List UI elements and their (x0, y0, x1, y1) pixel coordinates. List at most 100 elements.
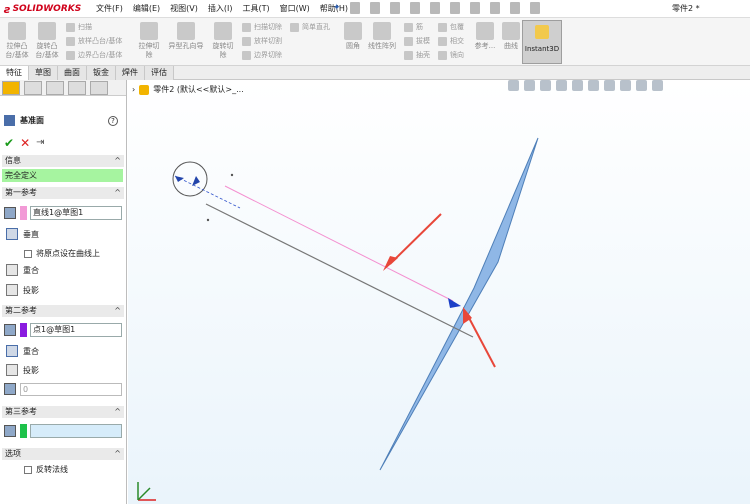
second-reference-input[interactable]: 点1@草图1 (30, 323, 122, 337)
plane-icon (4, 115, 15, 126)
distance-icon (4, 383, 16, 395)
tab-features[interactable]: 特征 (0, 66, 29, 80)
perpendicular-icon (6, 228, 18, 240)
third-reference-field[interactable] (4, 424, 122, 438)
menu-edit[interactable]: 编辑(E) (133, 3, 160, 14)
menu-tools[interactable]: 工具(T) (242, 3, 269, 14)
perpendicular-option[interactable]: 垂直 (6, 228, 39, 240)
new-icon[interactable] (370, 2, 380, 14)
revolve-boss-button[interactable]: 旋转凸台/基体 (34, 22, 60, 60)
reference-geometry-icon (476, 22, 494, 40)
swept-cut-button[interactable]: 扫描切除 (242, 22, 282, 32)
distance-field[interactable]: 0 (4, 382, 122, 396)
reference-plane[interactable] (379, 137, 539, 471)
home-icon[interactable] (350, 2, 360, 14)
distance-input[interactable]: 0 (20, 382, 122, 396)
undo-icon[interactable] (450, 2, 460, 14)
collapse-chevron-icon: ^ (114, 449, 121, 458)
origin-on-curve-checkbox[interactable]: 将原点设在曲线上 (24, 248, 100, 259)
tab-evaluate[interactable]: 评估 (145, 66, 174, 80)
curves-button[interactable]: 曲线 (498, 22, 524, 51)
boundary-cut-icon (242, 50, 251, 60)
rib-button[interactable]: 筋 (404, 22, 423, 32)
help-button[interactable]: ? (108, 116, 118, 126)
intersect-button[interactable]: 相交 (438, 36, 464, 46)
simple-hole-icon (290, 22, 299, 32)
fillet-button[interactable]: 圆角 (340, 22, 366, 51)
plane-normal-arrow-icon[interactable] (448, 298, 461, 308)
shell-icon (404, 50, 413, 60)
configuration-manager-icon[interactable] (46, 81, 64, 95)
revolve-cut-button[interactable]: 旋转切除 (210, 22, 236, 60)
cancel-x-icon[interactable]: ✕ (20, 137, 30, 149)
property-manager-panel: 基准面 ? ✔ ✕ ⇥ 信息 ^ 完全定义 第一参考 ^ 直线1@草图1 垂直 将原… (0, 80, 127, 504)
collapse-chevron-icon: ^ (114, 306, 121, 315)
linear-pattern-button[interactable]: 线性阵列 (366, 22, 398, 51)
keep-visible-pin-icon[interactable]: ⇥ (36, 137, 44, 149)
tab-weldments[interactable]: 焊件 (116, 66, 145, 80)
simple-hole-button[interactable]: 简单直孔 (290, 22, 330, 32)
collapse-chevron-icon: ^ (114, 156, 121, 165)
sketch-line-selected[interactable] (224, 185, 454, 302)
second-reference-header[interactable]: 第二参考 ^ (2, 305, 124, 317)
feature-tree-icon[interactable] (2, 81, 20, 95)
wrap-button[interactable]: 包覆 (438, 22, 464, 32)
menu-file[interactable]: 文件(F) (96, 3, 123, 14)
first-reference-input[interactable]: 直线1@草图1 (30, 206, 122, 220)
shell-button[interactable]: 抽壳 (404, 50, 430, 60)
lofted-cut-icon (242, 36, 251, 46)
second-reference-field[interactable]: 点1@草图1 (4, 323, 122, 337)
extrude-boss-button[interactable]: 拉伸凸台/基体 (4, 22, 30, 60)
sketch-point[interactable] (230, 173, 234, 177)
ok-check-icon[interactable]: ✔ (4, 137, 14, 149)
first-reference-field[interactable]: 直线1@草图1 (4, 206, 122, 220)
reference-geometry-button[interactable]: 参考... (472, 22, 498, 51)
confirm-actions: ✔ ✕ ⇥ (4, 137, 45, 149)
options-section-header[interactable]: 选项 ^ (2, 448, 124, 460)
instant3d-button[interactable]: Instant3D (522, 20, 562, 64)
file-properties-icon[interactable] (510, 2, 520, 14)
loft-boss-button[interactable]: 放样凸台/基体 (66, 36, 122, 46)
projection-option-2[interactable]: 投影 (6, 364, 39, 376)
rebuild-icon[interactable] (490, 2, 500, 14)
save-icon[interactable] (410, 2, 420, 14)
sketch-point[interactable] (206, 218, 210, 222)
projection-option[interactable]: 投影 (6, 284, 39, 296)
select-icon[interactable] (470, 2, 480, 14)
mirror-button[interactable]: 镜向 (438, 50, 464, 60)
sweep-button[interactable]: 扫描 (66, 22, 92, 32)
boundary-boss-button[interactable]: 边界凸台/基体 (66, 50, 122, 60)
collapse-chevron-icon: ^ (114, 407, 121, 416)
open-icon[interactable] (390, 2, 400, 14)
third-reference-input[interactable] (30, 424, 122, 438)
dimxpert-icon[interactable] (68, 81, 86, 95)
lofted-cut-button[interactable]: 放样切割 (242, 36, 282, 46)
draft-button[interactable]: 拔模 (404, 36, 430, 46)
menu-window[interactable]: 窗口(W) (280, 3, 310, 14)
hole-wizard-button[interactable]: 异型孔向导 (168, 22, 204, 51)
property-manager-icon[interactable] (24, 81, 42, 95)
coincident-option[interactable]: 重合 (6, 264, 39, 276)
flip-normal-checkbox[interactable]: 反转法线 (24, 464, 68, 475)
pin-icon[interactable]: ✦ (333, 3, 341, 13)
menu-view[interactable]: 视图(V) (170, 3, 198, 14)
tab-sketch[interactable]: 草图 (29, 66, 58, 80)
third-reference-header[interactable]: 第三参考 ^ (2, 406, 124, 418)
linear-pattern-icon (373, 22, 391, 40)
coincident-option-2[interactable]: 重合 (6, 345, 39, 357)
options-gear-icon[interactable] (530, 2, 540, 14)
tab-surfaces[interactable]: 曲面 (58, 66, 87, 80)
tab-sheet-metal[interactable]: 钣金 (87, 66, 116, 80)
info-section-header[interactable]: 信息 ^ (2, 155, 124, 167)
command-tabs: 特征 草图 曲面 钣金 焊件 评估 (0, 66, 750, 80)
print-icon[interactable] (430, 2, 440, 14)
boundary-cut-button[interactable]: 边界切除 (242, 50, 282, 60)
sketch-line[interactable] (205, 203, 474, 338)
graphics-viewport[interactable]: › 零件2 (默认<<默认>_... (128, 80, 750, 504)
extrude-cut-button[interactable]: 拉伸切除 (136, 22, 162, 60)
app-logo[interactable]: ƨ SOLIDWORKS (4, 2, 81, 16)
first-reference-header[interactable]: 第一参考 ^ (2, 187, 124, 199)
display-manager-icon[interactable] (90, 81, 108, 95)
menu-insert[interactable]: 插入(I) (208, 3, 233, 14)
property-manager-title: 基准面 (4, 115, 44, 126)
